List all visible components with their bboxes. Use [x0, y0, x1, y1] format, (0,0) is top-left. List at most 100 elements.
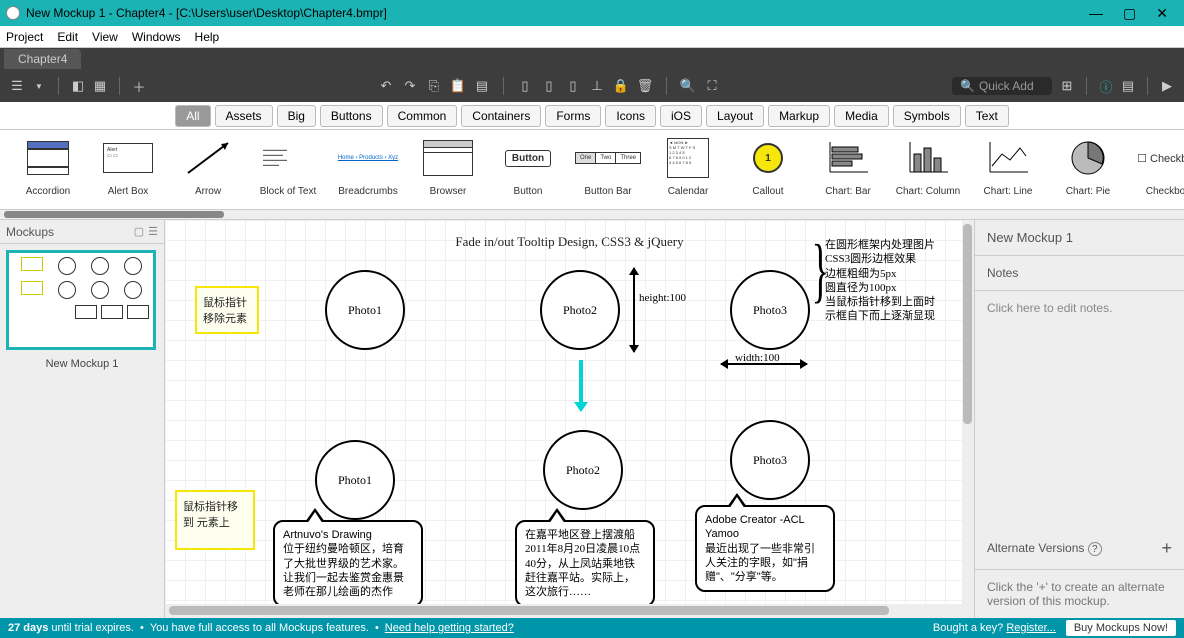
help-icon[interactable]: ?: [1088, 542, 1102, 556]
paste-icon[interactable]: 📋: [451, 79, 465, 93]
help-link[interactable]: Need help getting started?: [385, 622, 514, 634]
align-center-icon[interactable]: ▯: [542, 79, 556, 93]
buy-button[interactable]: Buy Mockups Now!: [1066, 620, 1176, 636]
cat-layout[interactable]: Layout: [706, 105, 764, 127]
sticky-note-2[interactable]: 鼠标指针移到 元素上: [175, 490, 255, 550]
chevron-down-icon[interactable]: ▼: [32, 79, 46, 93]
sticky-note-1[interactable]: 鼠标指针 移除元素: [195, 286, 259, 334]
fit-icon[interactable]: ⛶: [705, 79, 719, 93]
menu-bar: Project Edit View Windows Help: [0, 26, 1184, 48]
menu-view[interactable]: View: [92, 30, 118, 44]
app-logo-icon: [6, 6, 20, 20]
speech-1[interactable]: Artnuvo's Drawing 位于纽约曼哈顿区，培育了大批世界级的艺术家。…: [273, 520, 423, 604]
undo-icon[interactable]: ↶: [379, 79, 393, 93]
status-bar: 27 days until trial expires. • You have …: [0, 618, 1184, 638]
list-view-icon[interactable]: ☰: [148, 225, 158, 238]
component-shelf: Accordion Alert▭ ▭Alert Box Arrow ▬▬▬▬▬▬…: [0, 130, 1184, 210]
cat-symbols[interactable]: Symbols: [893, 105, 961, 127]
info-icon[interactable]: ⓘ: [1099, 79, 1113, 93]
cat-containers[interactable]: Containers: [461, 105, 541, 127]
comp-arrow[interactable]: Arrow: [168, 134, 248, 209]
register-link[interactable]: Register...: [1006, 622, 1056, 634]
cat-forms[interactable]: Forms: [545, 105, 601, 127]
comp-block-of-text[interactable]: ▬▬▬▬▬▬▬▬▬▬▬▬▬▬▬▬▬▬▬▬▬Block of Text: [248, 134, 328, 209]
cat-all[interactable]: All: [175, 105, 210, 127]
lock-icon[interactable]: 🔒: [614, 79, 628, 93]
width-label: width:100: [735, 352, 780, 364]
comp-button[interactable]: ButtonButton: [488, 134, 568, 209]
height-label: height:100: [639, 292, 686, 304]
canvas[interactable]: Fade in/out Tooltip Design, CSS3 & jQuer…: [165, 220, 974, 604]
photo3b-circle[interactable]: Photo3: [730, 420, 810, 500]
document-tab-bar: Chapter4: [0, 48, 1184, 70]
photo1b-circle[interactable]: Photo1: [315, 440, 395, 520]
close-button[interactable]: ✕: [1156, 5, 1168, 22]
mockup-thumbnail[interactable]: [6, 250, 156, 350]
quick-add-placeholder: Quick Add: [979, 79, 1034, 93]
add-version-button[interactable]: +: [1161, 538, 1172, 559]
comp-checkbox[interactable]: ☐ CheckboxCheckbox: [1128, 134, 1184, 209]
apps-icon[interactable]: ⊞: [1060, 79, 1074, 93]
speech-3[interactable]: Adobe Creator -ACL Yamoo 最近出现了一些非常引人关注的字…: [695, 505, 835, 592]
speech-2[interactable]: 在嘉平地区登上摆渡船2011年8月20日凌晨10点40分，从上凤站乘地铁赶往嘉平…: [515, 520, 655, 604]
comp-browser[interactable]: Browser: [408, 134, 488, 209]
list-icon[interactable]: ▤: [1121, 79, 1135, 93]
comp-alert-box[interactable]: Alert▭ ▭Alert Box: [88, 134, 168, 209]
photo1-circle[interactable]: Photo1: [325, 270, 405, 350]
comp-callout[interactable]: 1Callout: [728, 134, 808, 209]
play-icon[interactable]: ▶: [1160, 79, 1174, 93]
cat-icons[interactable]: Icons: [605, 105, 656, 127]
trash-icon[interactable]: 🗑: [638, 79, 652, 93]
comp-chart-pie[interactable]: Chart: Pie: [1048, 134, 1128, 209]
cat-media[interactable]: Media: [834, 105, 889, 127]
comp-chart-bar[interactable]: Chart: Bar: [808, 134, 888, 209]
quick-add-input[interactable]: 🔍 Quick Add: [952, 77, 1052, 95]
notes-input[interactable]: Click here to edit notes.: [975, 291, 1184, 528]
cat-big[interactable]: Big: [277, 105, 316, 127]
cat-common[interactable]: Common: [387, 105, 458, 127]
comp-breadcrumbs[interactable]: Home › Products › XyzBreadcrumbs: [328, 134, 408, 209]
menu-help[interactable]: Help: [195, 30, 220, 44]
align-left-icon[interactable]: ▯: [518, 79, 532, 93]
comp-chart-line[interactable]: Chart: Line: [968, 134, 1048, 209]
add-icon[interactable]: ＋: [132, 79, 146, 93]
grid-view-icon[interactable]: ▦: [93, 79, 107, 93]
photo3-circle[interactable]: Photo3: [730, 270, 810, 350]
shelf-scrollbar[interactable]: [0, 210, 1184, 220]
tab-chapter4[interactable]: Chapter4: [4, 49, 81, 69]
align-right-icon[interactable]: ▯: [566, 79, 580, 93]
canvas-scrollbar-horizontal[interactable]: [165, 604, 974, 618]
thumb-view-icon[interactable]: ▢: [134, 225, 144, 238]
cat-text[interactable]: Text: [965, 105, 1009, 127]
cat-assets[interactable]: Assets: [215, 105, 273, 127]
cat-ios[interactable]: iOS: [660, 105, 702, 127]
mockups-panel: Mockups ▢ ☰ New Mockup 1: [0, 220, 165, 618]
canvas-title: Fade in/out Tooltip Design, CSS3 & jQuer…: [455, 234, 683, 250]
sidebar-toggle-icon[interactable]: ◧: [71, 79, 85, 93]
hamburger-icon[interactable]: ☰: [10, 79, 24, 93]
copy-icon[interactable]: ⎘: [427, 79, 441, 93]
menu-project[interactable]: Project: [6, 30, 43, 44]
distribute-icon[interactable]: ⊥: [590, 79, 604, 93]
mockup-thumbnail-label: New Mockup 1: [6, 354, 158, 374]
zoom-icon[interactable]: 🔍: [681, 79, 695, 93]
menu-windows[interactable]: Windows: [132, 30, 181, 44]
bought-text: Bought a key?: [933, 622, 1003, 634]
comp-chart-column[interactable]: Chart: Column: [888, 134, 968, 209]
minimize-button[interactable]: —: [1089, 5, 1103, 22]
cat-buttons[interactable]: Buttons: [320, 105, 383, 127]
alt-versions-header: Alternate Versions: [987, 541, 1084, 555]
photo2b-circle[interactable]: Photo2: [543, 430, 623, 510]
cat-markup[interactable]: Markup: [768, 105, 830, 127]
menu-edit[interactable]: Edit: [57, 30, 78, 44]
clipboard-icon[interactable]: ▤: [475, 79, 489, 93]
comp-calendar[interactable]: ◄ MON ►S M T W T F S1 2 3 4 56 7 8 9 0 1…: [648, 134, 728, 209]
photo2-circle[interactable]: Photo2: [540, 270, 620, 350]
comp-accordion[interactable]: Accordion: [8, 134, 88, 209]
redo-icon[interactable]: ↷: [403, 79, 417, 93]
access-text: You have full access to all Mockups feat…: [150, 622, 369, 634]
maximize-button[interactable]: ▢: [1123, 5, 1136, 22]
alt-versions-hint: Click the '+' to create an alternate ver…: [975, 570, 1184, 618]
comp-button-bar[interactable]: OneTwoThreeButton Bar: [568, 134, 648, 209]
canvas-scrollbar-vertical[interactable]: [962, 220, 974, 604]
